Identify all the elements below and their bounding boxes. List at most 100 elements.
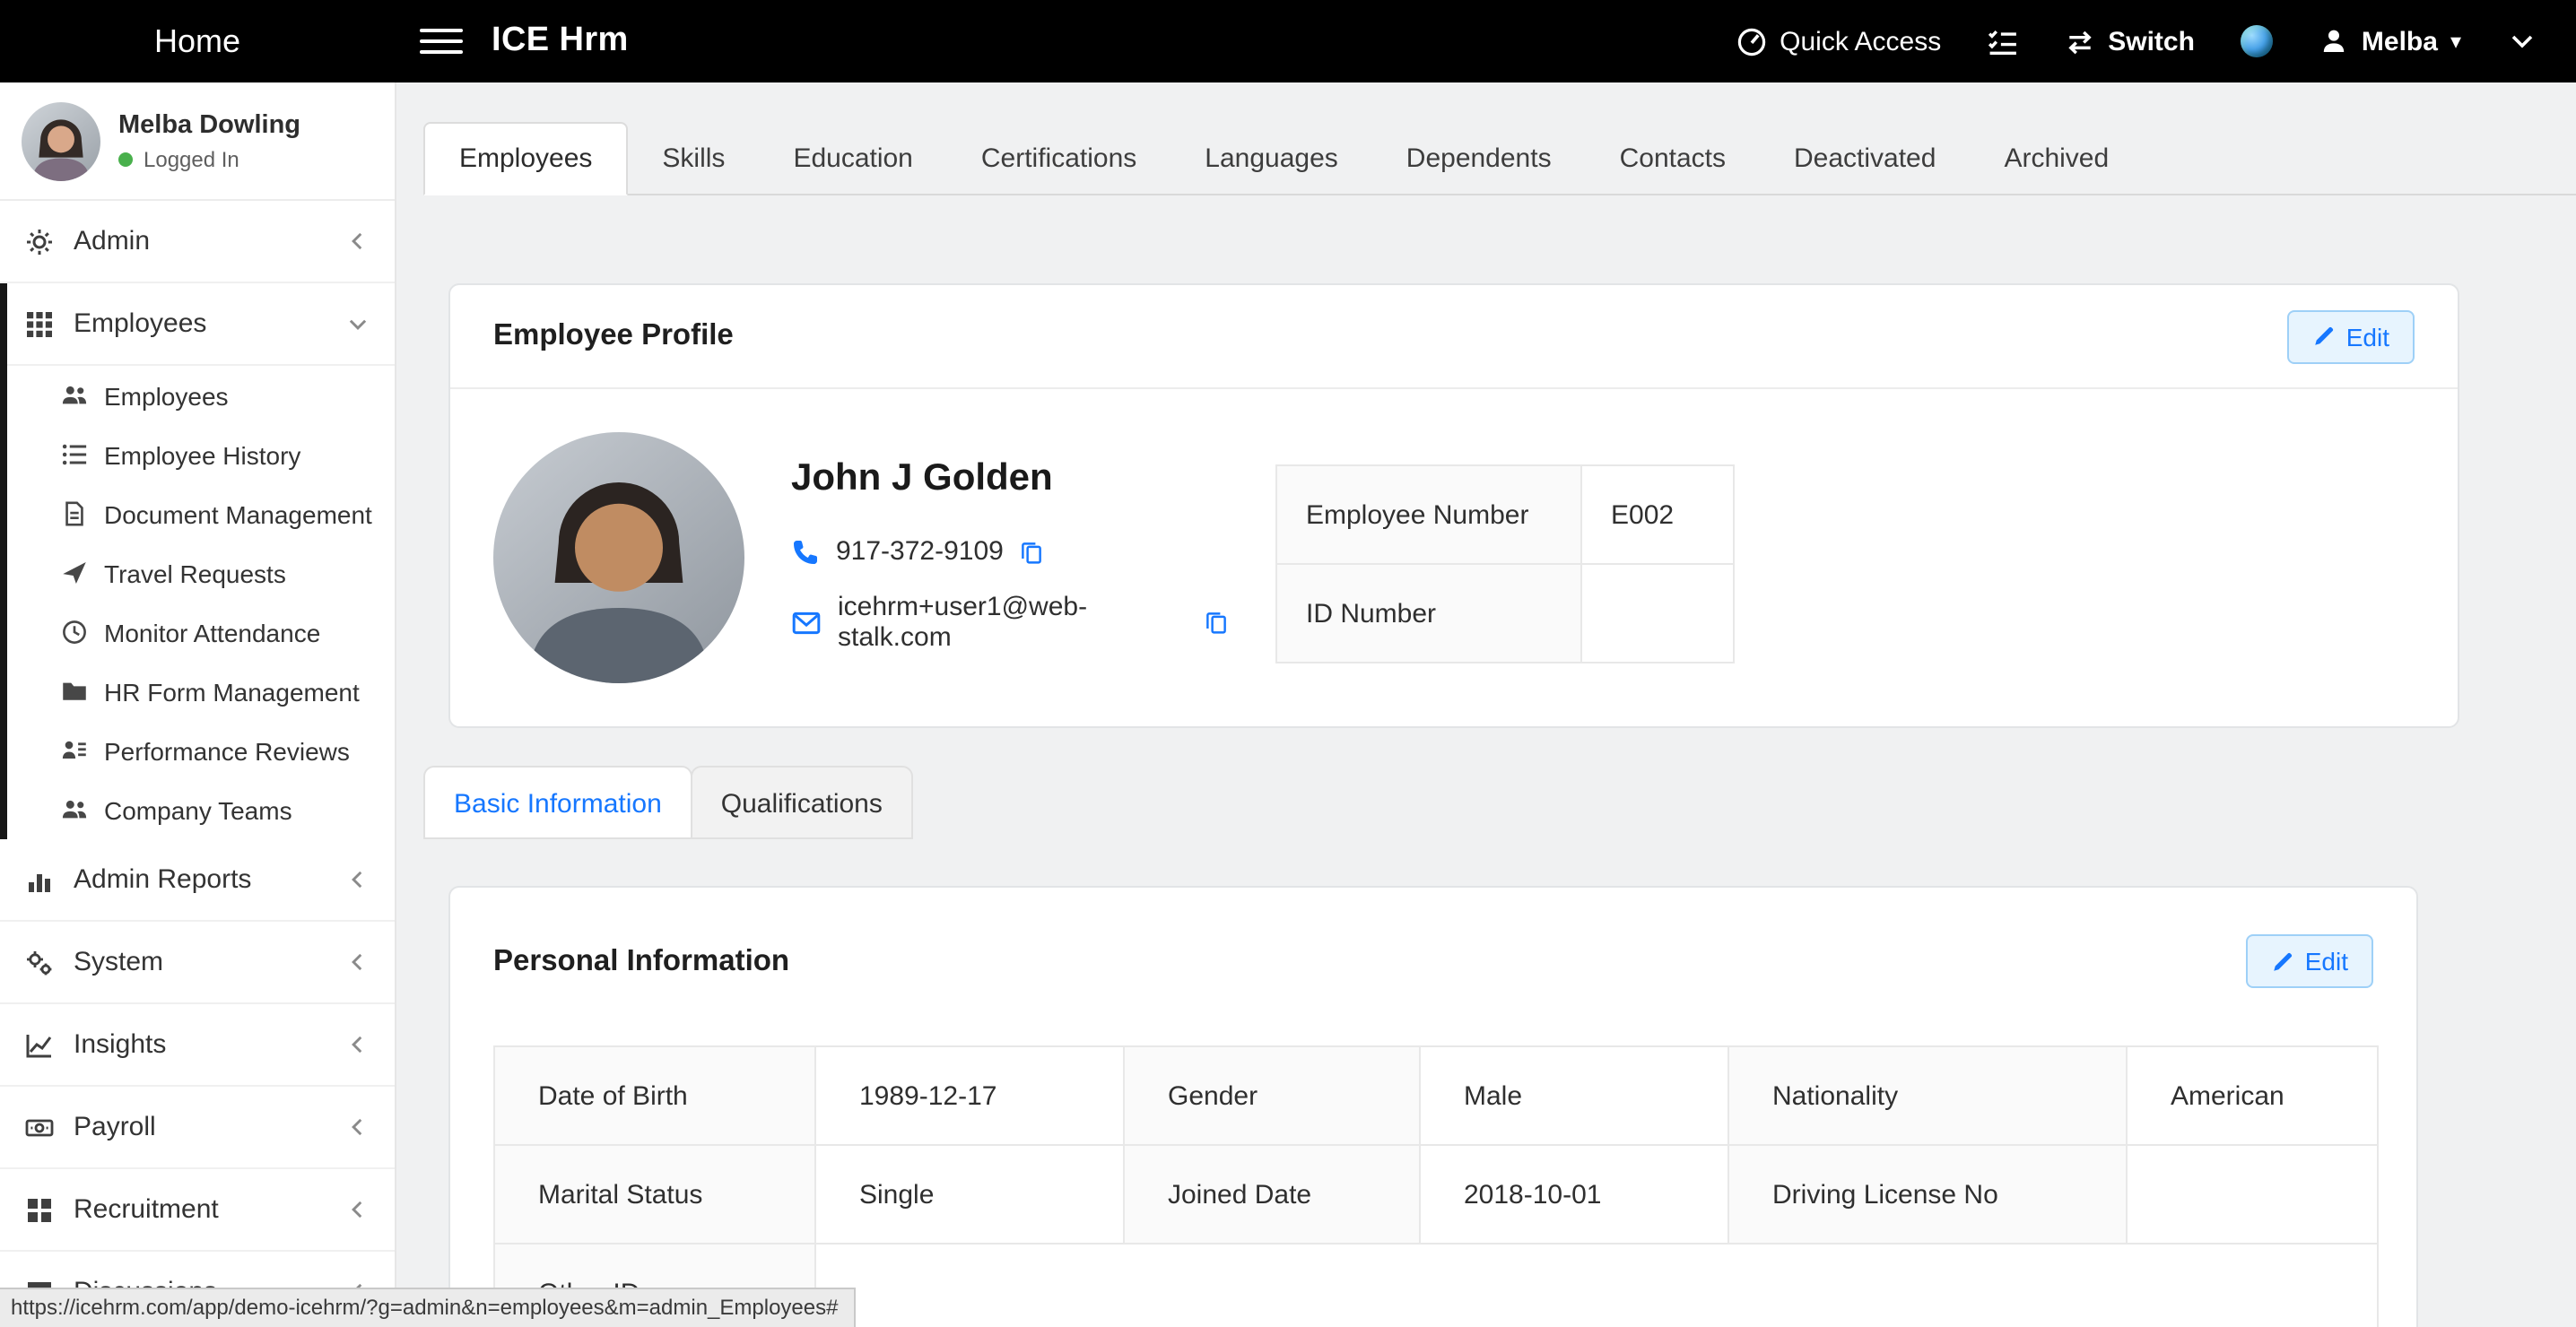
tab-languages[interactable]: Languages bbox=[1171, 124, 1372, 194]
subtab-qualifications[interactable]: Qualifications bbox=[691, 766, 913, 839]
sidebar-item-hr-form-management[interactable]: HR Form Management bbox=[7, 662, 395, 721]
sidebar-item-label: Employee History bbox=[104, 440, 300, 469]
personal-information-table: Date of Birth 1989-12-17 Gender Male Nat… bbox=[493, 1045, 2379, 1327]
sidebar-group-label: Payroll bbox=[74, 1112, 326, 1142]
switch-arrows-icon bbox=[2065, 26, 2095, 56]
sidebar-user-status: Logged In bbox=[118, 146, 300, 171]
employee-profile-card: Employee Profile Edit John J Golden 917-… bbox=[448, 283, 2459, 728]
chevron-left-icon bbox=[346, 950, 370, 974]
sidebar-item-label: Travel Requests bbox=[104, 559, 286, 587]
sidebar-group-admin[interactable]: Admin bbox=[0, 201, 395, 283]
subtab-basic-information[interactable]: Basic Information bbox=[423, 766, 692, 839]
performance-icon bbox=[61, 737, 88, 764]
sidebar-group-label: System bbox=[74, 947, 326, 977]
personal-information-header: Personal Information Edit bbox=[450, 888, 2416, 988]
tasks-button[interactable] bbox=[1988, 26, 2018, 56]
sidebar-user-profile[interactable]: Melba Dowling Logged In bbox=[0, 82, 395, 201]
copy-phone-icon[interactable] bbox=[1020, 539, 1045, 564]
sidebar-user-name: Melba Dowling bbox=[118, 110, 300, 139]
driving-license-value bbox=[2127, 1145, 2378, 1244]
dob-label: Date of Birth bbox=[494, 1046, 815, 1145]
gear-icon bbox=[25, 227, 54, 256]
home-label: Home bbox=[154, 22, 240, 60]
hamburger-menu-icon[interactable] bbox=[420, 22, 463, 61]
sidebar-item-label: Monitor Attendance bbox=[104, 618, 320, 646]
tab-contacts[interactable]: Contacts bbox=[1586, 124, 1760, 194]
language-globe-button[interactable] bbox=[2241, 25, 2274, 57]
list-icon bbox=[61, 441, 88, 468]
quick-access-button[interactable]: Quick Access bbox=[1736, 26, 1941, 56]
nav-home-button[interactable]: Home bbox=[0, 22, 395, 60]
copy-email-icon[interactable] bbox=[1204, 610, 1229, 635]
chevron-left-icon bbox=[346, 1115, 370, 1139]
sidebar-group-system[interactable]: System bbox=[0, 922, 395, 1004]
profile-subtabs: Basic Information Qualifications bbox=[423, 766, 2576, 839]
marital-status-value: Single bbox=[815, 1145, 1124, 1244]
id-number-label: ID Number bbox=[1276, 564, 1581, 663]
sidebar-group-label: Recruitment bbox=[74, 1194, 326, 1225]
logged-in-label: Logged In bbox=[144, 146, 239, 171]
user-icon bbox=[2320, 27, 2349, 56]
chevron-down-icon bbox=[2508, 27, 2537, 56]
gender-label: Gender bbox=[1124, 1046, 1420, 1145]
table-row: Date of Birth 1989-12-17 Gender Male Nat… bbox=[494, 1046, 2378, 1145]
edit-profile-button[interactable]: Edit bbox=[2287, 309, 2415, 363]
employee-profile-body: John J Golden 917-372-9109 icehrm+user1@… bbox=[450, 389, 2458, 726]
personal-information-title: Personal Information bbox=[493, 944, 789, 978]
sidebar-group-insights[interactable]: Insights bbox=[0, 1004, 395, 1087]
switch-button[interactable]: Switch bbox=[2065, 26, 2195, 56]
pencil-icon bbox=[2312, 325, 2336, 348]
sidebar-user-info: Melba Dowling Logged In bbox=[118, 110, 300, 171]
pencil-icon bbox=[2271, 950, 2294, 973]
tab-education[interactable]: Education bbox=[759, 124, 946, 194]
nationality-label: Nationality bbox=[1728, 1046, 2127, 1145]
chevron-left-icon bbox=[346, 1198, 370, 1221]
employee-number-value: E002 bbox=[1581, 465, 1734, 564]
line-chart-icon bbox=[25, 1030, 54, 1059]
table-row: ID Number bbox=[1276, 564, 1734, 663]
switch-label: Switch bbox=[2108, 26, 2195, 56]
tasks-checklist-icon bbox=[1988, 26, 2018, 56]
sidebar-item-travel-requests[interactable]: Travel Requests bbox=[7, 543, 395, 603]
sidebar-item-document-management[interactable]: Document Management bbox=[7, 484, 395, 543]
employee-photo bbox=[493, 432, 744, 683]
sidebar-item-employee-history[interactable]: Employee History bbox=[7, 425, 395, 484]
sidebar-group-payroll[interactable]: Payroll bbox=[0, 1087, 395, 1169]
navbar-collapse-button[interactable] bbox=[2508, 27, 2537, 56]
sidebar-group-recruitment[interactable]: Recruitment bbox=[0, 1169, 395, 1252]
caret-down-icon: ▾ bbox=[2450, 30, 2461, 52]
tab-skills[interactable]: Skills bbox=[628, 124, 759, 194]
chevron-down-icon bbox=[346, 312, 370, 335]
logged-in-dot-icon bbox=[118, 152, 133, 166]
document-icon bbox=[61, 500, 88, 527]
user-label: Melba bbox=[2362, 26, 2438, 56]
user-menu[interactable]: Melba ▾ bbox=[2320, 26, 2461, 56]
employee-profile-header: Employee Profile Edit bbox=[450, 285, 2458, 389]
tab-employees[interactable]: Employees bbox=[423, 122, 628, 195]
sidebar-item-employees[interactable]: Employees bbox=[7, 366, 395, 425]
sidebar-item-company-teams[interactable]: Company Teams bbox=[7, 780, 395, 839]
sidebar-item-monitor-attendance[interactable]: Monitor Attendance bbox=[7, 603, 395, 662]
module-tabbar: Employees Skills Education Certification… bbox=[423, 122, 2576, 195]
sidebar-group-label: Admin Reports bbox=[74, 864, 326, 895]
tab-deactivated[interactable]: Deactivated bbox=[1760, 124, 1970, 194]
driving-license-label: Driving License No bbox=[1728, 1145, 2127, 1244]
personal-information-card: Personal Information Edit Date of Birth … bbox=[448, 886, 2418, 1327]
quick-access-label: Quick Access bbox=[1780, 26, 1941, 56]
chevron-left-icon bbox=[346, 1033, 370, 1056]
sidebar-group-admin-reports[interactable]: Admin Reports bbox=[0, 839, 395, 922]
other-id-value bbox=[815, 1244, 2378, 1327]
tab-certifications[interactable]: Certifications bbox=[947, 124, 1171, 194]
sidebar-group-employees-header[interactable]: Employees bbox=[7, 283, 395, 366]
people-icon bbox=[61, 382, 88, 409]
sidebar-item-label: HR Form Management bbox=[104, 677, 360, 706]
grid-icon bbox=[25, 309, 54, 338]
sidebar-group-label: Employees bbox=[74, 308, 326, 339]
table-row: Employee Number E002 bbox=[1276, 465, 1734, 564]
nationality-value: American bbox=[2127, 1046, 2378, 1145]
tab-archived[interactable]: Archived bbox=[1970, 124, 2143, 194]
tab-dependents[interactable]: Dependents bbox=[1372, 124, 1586, 194]
plane-icon bbox=[61, 559, 88, 586]
sidebar-item-performance-reviews[interactable]: Performance Reviews bbox=[7, 721, 395, 780]
edit-personal-information-button[interactable]: Edit bbox=[2246, 934, 2373, 988]
